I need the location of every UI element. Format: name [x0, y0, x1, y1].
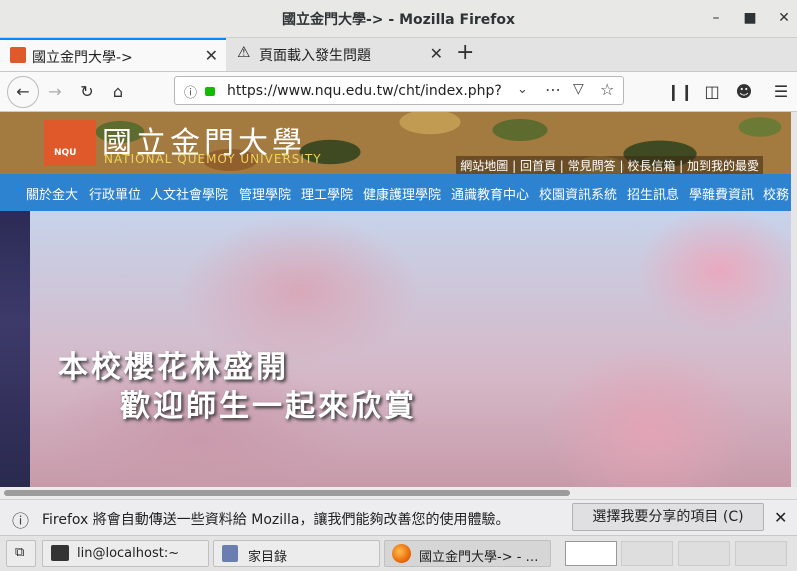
nqu-logo[interactable]: NQU: [44, 120, 96, 166]
lock-icon[interactable]: [205, 87, 215, 96]
hero-slideshow[interactable]: 本校櫻花林盛開 歡迎師生一起來欣賞: [0, 211, 791, 487]
show-desktop-button[interactable]: ⧉: [6, 540, 36, 567]
menu-item[interactable]: 招生訊息: [627, 184, 679, 203]
taskbar: ⧉ lin@localhost:~ 家目錄 國立金門大學-> - …: [0, 535, 797, 571]
hero-caption: 本校櫻花林盛開: [58, 350, 289, 385]
back-button[interactable]: ←: [7, 76, 39, 108]
tab-label: 頁面載入發生問題: [259, 48, 371, 64]
bookmark-star-icon[interactable]: ☆: [600, 80, 614, 99]
taskbar-item-firefox[interactable]: 國立金門大學-> - …: [384, 540, 551, 567]
menu-item[interactable]: 健康護理學院: [363, 184, 441, 203]
help-icon: ⓘ: [12, 512, 29, 532]
site-banner: NQU 國立金門大學 NATIONAL QUEMOY UNIVERSITY 網站…: [0, 112, 791, 175]
workspace-3[interactable]: [678, 541, 730, 566]
pocket-icon[interactable]: ▽: [573, 81, 584, 97]
chevron-down-icon[interactable]: ⌄: [517, 82, 528, 97]
files-icon: [222, 545, 238, 562]
maximize-button[interactable]: ■: [740, 8, 760, 28]
nqu-favicon-icon: [10, 47, 26, 63]
taskbar-item-terminal[interactable]: lin@localhost:~: [42, 540, 209, 567]
notification-text: Firefox 將會自動傳送一些資料給 Mozilla，讓我們能夠改善您的使用體…: [42, 512, 510, 528]
site-menu: 關於金大 行政單位 人文社會學院 管理學院 理工學院 健康護理學院 通識教育中心…: [0, 174, 791, 211]
choose-share-button[interactable]: 選擇我要分享的項目 (C): [572, 503, 764, 531]
menu-item[interactable]: 校園資訊系統: [539, 184, 617, 203]
home-button[interactable]: ⌂: [104, 78, 132, 106]
page-actions-icon[interactable]: ⋯: [545, 80, 561, 99]
workspace-1[interactable]: [565, 541, 617, 566]
menu-item[interactable]: 學雜費資訊: [689, 184, 754, 203]
quick-links[interactable]: 網站地圖 | 回首頁 | 常見問答 | 校長信箱 | 加到我的最愛: [456, 156, 763, 175]
taskbar-item-label: 家目錄: [248, 550, 288, 565]
horizontal-scrollbar[interactable]: [0, 487, 797, 499]
taskbar-item-label: lin@localhost:~: [77, 546, 180, 561]
close-notification-icon[interactable]: ✕: [774, 508, 787, 527]
account-icon[interactable]: ☻: [730, 78, 758, 106]
navigation-bar: ← → ↻ ⌂ ⓘ https://www.nqu.edu.tw/cht/ind…: [0, 72, 797, 112]
info-icon[interactable]: ⓘ: [184, 82, 197, 101]
close-window-button[interactable]: ✕: [774, 8, 794, 28]
menu-item[interactable]: 校務: [763, 184, 789, 203]
minimize-button[interactable]: –: [706, 8, 726, 28]
taskbar-item-files[interactable]: 家目錄: [213, 540, 380, 567]
scrollbar-thumb[interactable]: [4, 490, 570, 496]
logo-badge: NQU: [54, 148, 77, 158]
menu-item[interactable]: 行政單位: [89, 184, 141, 203]
close-tab-icon[interactable]: ✕: [205, 46, 218, 65]
tab-bar: 國立金門大學-> ✕ ⚠ 頁面載入發生問題 ✕ +: [0, 38, 797, 72]
firefox-icon: [392, 544, 411, 563]
reload-button[interactable]: ↻: [73, 78, 101, 106]
tab-load-error[interactable]: ⚠ 頁面載入發生問題 ✕: [227, 38, 451, 71]
window-title: 國立金門大學-> - Mozilla Firefox: [281, 12, 516, 28]
hero-caption-line2: 歡迎師生一起來欣賞: [120, 389, 417, 424]
tab-nqu[interactable]: 國立金門大學-> ✕: [0, 38, 226, 71]
warning-icon: ⚠: [237, 43, 251, 61]
sidebar-icon[interactable]: ◫: [698, 78, 726, 106]
menu-item[interactable]: 關於金大: [26, 184, 78, 203]
library-icon[interactable]: ❙❙: [666, 78, 694, 106]
notification-bar: ⓘ Firefox 將會自動傳送一些資料給 Mozilla，讓我們能夠改善您的使…: [0, 499, 797, 535]
menu-item[interactable]: 人文社會學院: [150, 184, 228, 203]
menu-icon[interactable]: ☰: [767, 78, 795, 106]
window-titlebar: 國立金門大學-> - Mozilla Firefox – ■ ✕: [0, 0, 797, 38]
menu-item[interactable]: 管理學院: [239, 184, 291, 203]
vertical-scrollbar[interactable]: [791, 112, 797, 487]
taskbar-item-label: 國立金門大學-> - …: [419, 550, 539, 565]
site-subtitle: NATIONAL QUEMOY UNIVERSITY: [104, 152, 322, 166]
tab-label: 國立金門大學->: [32, 50, 133, 66]
menu-item[interactable]: 理工學院: [301, 184, 353, 203]
desktop-icon: ⧉: [15, 545, 25, 560]
workspace-4[interactable]: [735, 541, 787, 566]
workspace-2[interactable]: [621, 541, 673, 566]
close-tab-icon[interactable]: ✕: [430, 44, 443, 63]
page-content: NQU 國立金門大學 NATIONAL QUEMOY UNIVERSITY 網站…: [0, 112, 791, 487]
forward-button[interactable]: →: [41, 78, 69, 106]
url-bar[interactable]: ⓘ https://www.nqu.edu.tw/cht/index.php? …: [174, 76, 624, 105]
terminal-icon: [51, 545, 69, 561]
new-tab-button[interactable]: +: [456, 40, 474, 65]
url-text[interactable]: https://www.nqu.edu.tw/cht/index.php?: [227, 83, 502, 99]
hero-side-decoration: [0, 211, 30, 487]
menu-item[interactable]: 通識教育中心: [451, 184, 529, 203]
